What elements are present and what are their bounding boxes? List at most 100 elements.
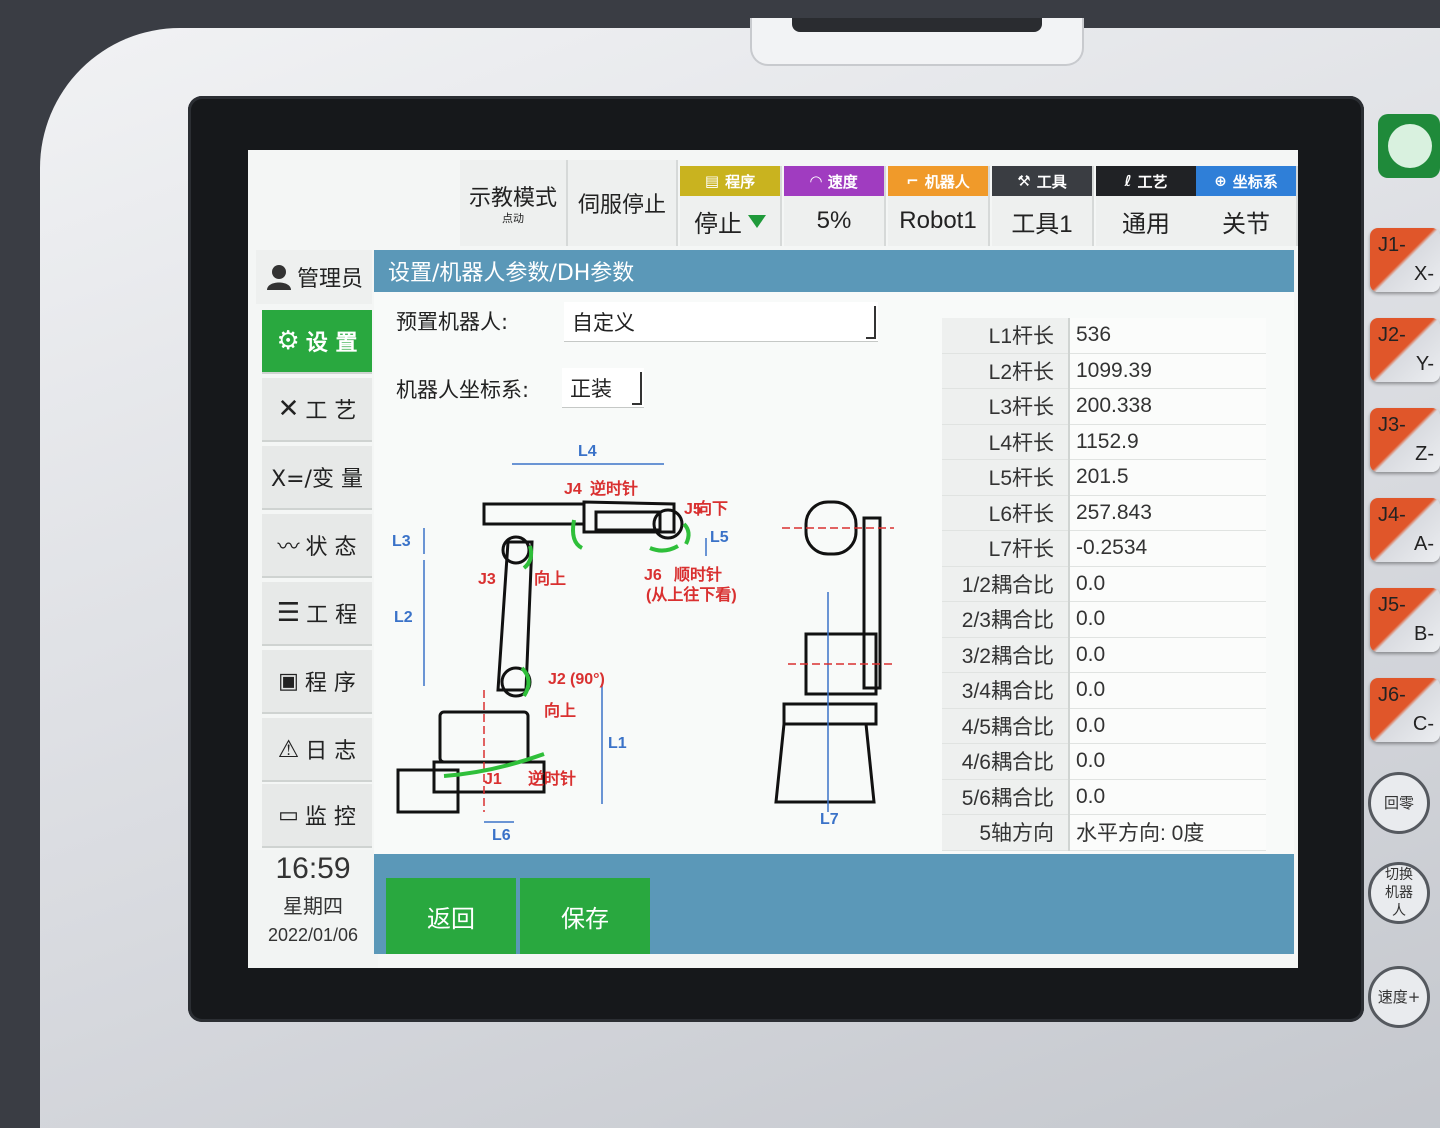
switch-robot-key[interactable]: 切换机器人 [1368, 862, 1430, 924]
param-value-field[interactable]: 0.0 [1069, 779, 1266, 815]
status-tool-title: 工具 [1036, 172, 1067, 191]
param-name: 5/6耦合比 [942, 779, 1070, 815]
status-robot-head: ⌐ 机器人 [888, 166, 988, 196]
param-row[interactable]: 4/5耦合比 0.0 [942, 708, 1266, 744]
status-program-value: 停止 [694, 210, 742, 238]
sidebar-item-process[interactable]: ✕ 工 艺 [262, 378, 372, 442]
page-title: 设置/机器人参数/DH参数 [374, 250, 1294, 292]
param-row[interactable]: L1杆长 536 [942, 318, 1266, 354]
front-forearm [862, 516, 882, 690]
clock-panel: 16:59 星期四 2022/01/06 [248, 850, 378, 968]
tools-icon: ✕ [277, 394, 300, 424]
param-value-field[interactable]: 201.5 [1069, 459, 1266, 496]
label-plate-band [792, 18, 1042, 32]
param-value-field[interactable]: -0.2534 [1069, 530, 1266, 567]
jog-key-1[interactable]: J1- X- [1370, 228, 1440, 292]
status-speed-head: ◠ 速度 [784, 166, 884, 196]
j5-arrow [682, 522, 691, 545]
enable-key[interactable] [1378, 114, 1440, 178]
sidebar-item-monitor[interactable]: ▭ 监 控 [262, 784, 372, 848]
label-j2: J2 [548, 671, 566, 688]
param-row[interactable]: 4/6耦合比 0.0 [942, 743, 1266, 780]
clock-weekday: 星期四 [283, 894, 343, 918]
param-name: 3/2耦合比 [942, 637, 1070, 673]
param-value-field[interactable]: 0.0 [1069, 637, 1266, 673]
param-value-field[interactable]: 1152.9 [1069, 424, 1266, 460]
param-value-field[interactable]: 1099.39 [1069, 353, 1266, 389]
param-value-field[interactable]: 0.0 [1069, 743, 1266, 780]
sidebar-item-status-label: 状 态 [305, 535, 357, 560]
save-button[interactable]: 保存 [520, 878, 650, 954]
back-button[interactable]: 返回 [386, 878, 516, 954]
param-value-field[interactable]: 0.0 [1069, 672, 1266, 709]
rotation-arrows [443, 519, 691, 778]
status-process[interactable]: ℓ 工艺 通用 [1096, 166, 1198, 246]
sidebar-item-variables[interactable]: X=/变 量 [262, 446, 372, 510]
param-name: 4/6耦合比 [942, 743, 1070, 780]
param-row[interactable]: 2/3耦合比 0.0 [942, 601, 1266, 638]
jog-key-5[interactable]: J5- B- [1370, 588, 1440, 652]
param-row[interactable]: 5轴方向 水平方向: 0度 [942, 814, 1266, 851]
teach-mode-indicator[interactable]: 示教模式 点动 [460, 160, 568, 246]
home-key-label: 回零 [1383, 794, 1414, 812]
jog-key-4[interactable]: J4- A- [1370, 498, 1440, 562]
param-row[interactable]: 1/2耦合比 0.0 [942, 566, 1266, 602]
jog-key-6[interactable]: J6- C- [1370, 678, 1440, 742]
gear-icon: ⚙ [276, 326, 300, 356]
servo-status[interactable]: 伺服停止 [568, 160, 678, 246]
param-row[interactable]: L6杆长 257.843 [942, 495, 1266, 531]
param-value-field[interactable]: 0.0 [1069, 601, 1266, 638]
label-j2-angle: (90°) [570, 671, 605, 688]
status-coordinate[interactable]: ⊕ 坐标系 关节 [1196, 166, 1298, 246]
jog-key-3[interactable]: J3- Z- [1370, 408, 1440, 472]
param-row[interactable]: L7杆长 -0.2534 [942, 530, 1266, 567]
param-row[interactable]: L3杆长 200.338 [942, 388, 1266, 425]
speed-plus-key-label: 速度+ [1377, 988, 1421, 1006]
warning-icon: ⚠ [277, 735, 300, 763]
param-value-field[interactable]: 200.338 [1069, 388, 1266, 425]
user-role[interactable]: 管理员 [256, 250, 372, 304]
jog-key-2[interactable]: J2- Y- [1370, 318, 1440, 382]
param-row[interactable]: 5/6耦合比 0.0 [942, 779, 1266, 815]
user-role-label: 管理员 [296, 267, 363, 292]
process-icon: ℓ [1124, 172, 1132, 190]
wrist-joint [652, 508, 684, 540]
status-robot-title: 机器人 [924, 172, 970, 191]
param-row[interactable]: 3/2耦合比 0.0 [942, 637, 1266, 673]
dh-param-table: L1杆长 536 L2杆长 1099.39 L3杆长 200.338 L4杆长 1152.9 L… [942, 318, 1266, 851]
teach-mode-sub: 点动 [502, 212, 524, 225]
status-tool[interactable]: ⚒ 工具 工具1 [992, 166, 1094, 246]
label-j6-dir: 顺时针 [674, 565, 722, 584]
breadcrumb: 设置/机器人参数/DH参数 [388, 261, 635, 286]
sidebar-item-program[interactable]: ▣ 程 序 [262, 650, 372, 714]
param-value-field[interactable]: 0.0 [1069, 708, 1266, 744]
jog-key-2-top: J2- [1378, 324, 1406, 346]
sidebar-item-project[interactable]: ☰ 工 程 [262, 582, 372, 646]
param-row[interactable]: L5杆长 201.5 [942, 459, 1266, 496]
label-l5: L5 [710, 529, 729, 546]
status-speed[interactable]: ◠ 速度 5% [784, 166, 886, 246]
param-name: L2杆长 [942, 353, 1070, 389]
param-value-field[interactable]: 257.843 [1069, 495, 1266, 531]
label-j6-note: (从上往下看) [646, 585, 737, 604]
home-key[interactable]: 回零 [1368, 772, 1430, 834]
sidebar-item-settings[interactable]: ⚙ 设 置 [262, 310, 372, 374]
status-robot[interactable]: ⌐ 机器人 Robot1 [888, 166, 990, 246]
sidebar-item-status[interactable]: 〰 状 态 [262, 514, 372, 578]
param-value-field[interactable]: 0.0 [1069, 566, 1266, 602]
program-file-icon: ▣ [278, 668, 299, 694]
sidebar-item-log[interactable]: ⚠ 日 志 [262, 718, 372, 782]
label-l7: L7 [820, 811, 839, 828]
status-program[interactable]: ▤ 程序 停止 [680, 166, 782, 246]
speed-plus-key[interactable]: 速度+ [1368, 966, 1430, 1028]
jog-key-2-bottom: Y- [1415, 353, 1434, 375]
housing-label-plate [750, 18, 1084, 66]
param-value-field[interactable]: 水平方向: 0度 [1069, 814, 1266, 851]
param-value-field[interactable]: 536 [1069, 318, 1266, 354]
param-row[interactable]: L4杆长 1152.9 [942, 424, 1266, 460]
param-row[interactable]: L2杆长 1099.39 [942, 353, 1266, 389]
label-j5-dir: 向下 [696, 499, 728, 518]
enable-key-disc [1388, 124, 1432, 168]
param-name: L3杆长 [942, 388, 1070, 425]
param-row[interactable]: 3/4耦合比 0.0 [942, 672, 1266, 709]
